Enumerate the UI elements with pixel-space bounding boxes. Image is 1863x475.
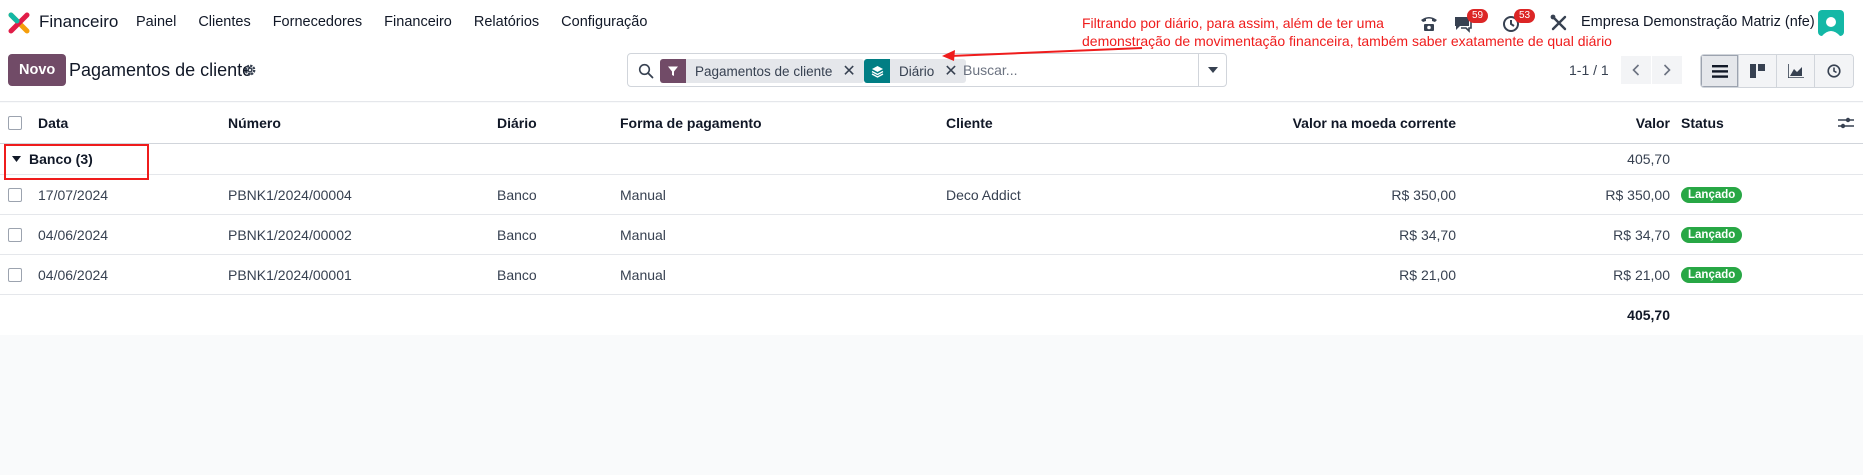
- status-badge: Lançado: [1681, 226, 1743, 243]
- pager-value[interactable]: 1-1 / 1: [1569, 62, 1609, 78]
- grand-total-row: 405,70: [0, 295, 1863, 335]
- menu-item-fornecedores[interactable]: Fornecedores: [273, 14, 362, 30]
- menu-item-painel[interactable]: Painel: [136, 14, 176, 30]
- status-badge: Lançado: [1681, 266, 1743, 283]
- area-chart-icon: [1787, 64, 1804, 78]
- optional-columns-sliders-icon[interactable]: [1838, 116, 1854, 130]
- user-avatar[interactable]: [1818, 10, 1844, 36]
- filter-icon: [660, 59, 686, 83]
- kanban-view-button[interactable]: [1739, 55, 1777, 87]
- search-input[interactable]: [963, 62, 1163, 78]
- kanban-icon: [1750, 64, 1765, 78]
- annotation-line-2: demonstração de movimentação financeira,…: [1082, 33, 1612, 49]
- row-checkbox[interactable]: [8, 227, 22, 242]
- list-view-button[interactable]: [1701, 55, 1739, 87]
- table-row[interactable]: 17/07/2024 PBNK1/2024/00004 Banco Manual…: [0, 175, 1863, 215]
- group-total: 405,70: [1627, 151, 1670, 167]
- facet-label: Pagamentos de cliente: [695, 63, 833, 79]
- menu-item-financeiro[interactable]: Financeiro: [384, 14, 452, 30]
- remove-facet-close-icon[interactable]: ✕: [840, 61, 863, 81]
- cell-date: 17/07/2024: [38, 186, 109, 203]
- group-label: Banco (3): [29, 151, 93, 167]
- gear-icon[interactable]: [243, 63, 257, 77]
- user-avatar-icon: [1822, 17, 1840, 36]
- graph-view-button[interactable]: [1777, 55, 1815, 87]
- pager-next-button[interactable]: [1652, 56, 1682, 84]
- cell-amount: R$ 21,00: [1613, 266, 1670, 283]
- search-facet-groupby: Diário ✕: [864, 59, 966, 83]
- caret-down-icon: [12, 156, 21, 162]
- company-switcher[interactable]: Empresa Demonstração Matriz (nfe): [1581, 14, 1815, 30]
- menu-item-clientes[interactable]: Clientes: [198, 14, 250, 30]
- cell-amount-currency: R$ 21,00: [1399, 266, 1456, 283]
- row-checkbox[interactable]: [8, 267, 22, 282]
- select-all-checkbox[interactable]: [8, 116, 22, 130]
- annotation-line-1: Filtrando por diário, para assim, além d…: [1082, 15, 1384, 31]
- annotation-note: Filtrando por diário, para assim, além d…: [1082, 14, 1612, 50]
- table-row[interactable]: 04/06/2024 PBNK1/2024/00002 Banco Manual…: [0, 215, 1863, 255]
- cell-customer: Deco Addict: [946, 186, 1021, 203]
- table-header: Data Número Diário Forma de pagamento Cl…: [0, 103, 1863, 144]
- page-title: Pagamentos de cliente: [69, 60, 253, 80]
- view-switcher: [1700, 54, 1854, 88]
- column-header-valor[interactable]: Valor: [1636, 115, 1670, 131]
- layers-icon: [864, 59, 890, 83]
- facet-label: Diário: [899, 63, 935, 79]
- cell-amount-currency: R$ 350,00: [1391, 186, 1456, 203]
- search-icon[interactable]: [638, 63, 654, 79]
- cell-number: PBNK1/2024/00001: [228, 266, 352, 283]
- cell-payment-method: Manual: [620, 226, 666, 243]
- activity-view-button[interactable]: [1815, 55, 1853, 87]
- menu-item-configuracao[interactable]: Configuração: [561, 14, 647, 30]
- payments-list: Data Número Diário Forma de pagamento Cl…: [0, 103, 1863, 335]
- menu-item-relatorios[interactable]: Relatórios: [474, 14, 539, 30]
- new-button[interactable]: Novo: [8, 54, 67, 86]
- column-header-forma-pagamento[interactable]: Forma de pagamento: [620, 115, 762, 131]
- column-header-cliente[interactable]: Cliente: [946, 115, 993, 131]
- cell-journal: Banco: [497, 266, 537, 283]
- app-name[interactable]: Financeiro: [39, 12, 118, 32]
- cell-amount-currency: R$ 34,70: [1399, 226, 1456, 243]
- caret-down-icon: [1208, 67, 1218, 73]
- cell-payment-method: Manual: [620, 186, 666, 203]
- search-facet-filter: Pagamentos de cliente ✕: [660, 59, 864, 83]
- chevron-left-icon: [1632, 64, 1640, 76]
- column-header-status[interactable]: Status: [1681, 115, 1724, 131]
- cell-amount: R$ 350,00: [1605, 186, 1670, 203]
- cell-journal: Banco: [497, 186, 537, 203]
- pager-previous-button[interactable]: [1621, 56, 1651, 84]
- app-logo-icon[interactable]: [8, 12, 30, 34]
- cell-payment-method: Manual: [620, 266, 666, 283]
- cell-number: PBNK1/2024/00004: [228, 186, 352, 203]
- column-header-diario[interactable]: Diário: [497, 115, 537, 131]
- column-header-numero[interactable]: Número: [228, 115, 281, 131]
- cell-number: PBNK1/2024/00002: [228, 226, 352, 243]
- search-bar: Pagamentos de cliente ✕ Diário ✕: [627, 53, 1227, 87]
- table-row[interactable]: 04/06/2024 PBNK1/2024/00001 Banco Manual…: [0, 255, 1863, 295]
- group-row-banco[interactable]: Banco (3) 405,70: [0, 144, 1863, 175]
- main-menu: Painel Clientes Fornecedores Financeiro …: [136, 14, 669, 30]
- column-header-valor-moeda[interactable]: Valor na moeda corrente: [1293, 115, 1456, 131]
- grand-total: 405,70: [1627, 307, 1670, 323]
- list-icon: [1711, 64, 1728, 78]
- control-panel: Novo Pagamentos de cliente Pagamentos de…: [0, 46, 1863, 102]
- cell-journal: Banco: [497, 226, 537, 243]
- row-checkbox[interactable]: [8, 187, 22, 202]
- column-header-data[interactable]: Data: [38, 115, 68, 131]
- search-options-toggle[interactable]: [1198, 54, 1227, 86]
- cell-date: 04/06/2024: [38, 226, 109, 243]
- clock-icon: [1827, 64, 1841, 78]
- status-badge: Lançado: [1681, 186, 1743, 203]
- cell-amount: R$ 34,70: [1613, 226, 1670, 243]
- chevron-right-icon: [1663, 64, 1671, 76]
- cell-date: 04/06/2024: [38, 266, 109, 283]
